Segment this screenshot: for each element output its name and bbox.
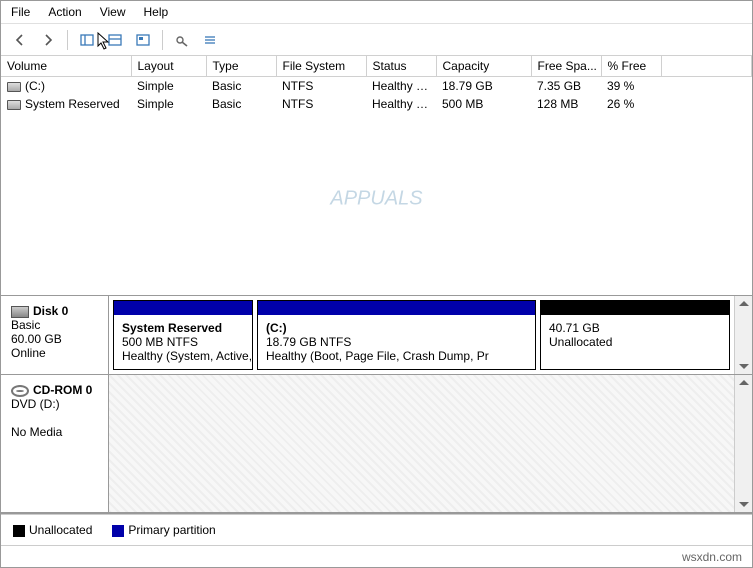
table-row[interactable]: System Reserved Simple Basic NTFS Health… — [1, 95, 752, 113]
cell-free: 7.35 GB — [531, 77, 601, 96]
back-button[interactable] — [9, 29, 31, 51]
legend-unallocated: Unallocated — [13, 523, 92, 537]
disk-graph: Disk 0 Basic 60.00 GB Online System Rese… — [1, 296, 752, 514]
cell-pct: 39 % — [601, 77, 661, 96]
menu-view[interactable]: View — [100, 5, 126, 19]
disk-info[interactable]: CD-ROM 0 DVD (D:) No Media — [1, 375, 109, 512]
partition-status: Healthy (Boot, Page File, Crash Dump, Pr — [266, 349, 527, 363]
footer-text: wsxdn.com — [682, 550, 742, 564]
partition-bar — [258, 301, 535, 315]
refresh-button[interactable] — [104, 29, 126, 51]
help-button[interactable] — [132, 29, 154, 51]
separator — [162, 30, 163, 50]
partition-name: (C:) — [266, 321, 527, 335]
disk-state: Online — [11, 346, 98, 360]
partition-area — [109, 375, 734, 512]
cell-status: Healthy (S... — [366, 95, 436, 113]
scrollbar[interactable] — [734, 375, 752, 512]
partition-system-reserved[interactable]: System Reserved 500 MB NTFS Healthy (Sys… — [113, 300, 253, 370]
menu-file[interactable]: File — [11, 5, 30, 19]
col-type[interactable]: Type — [206, 56, 276, 77]
legend: Unallocated Primary partition — [1, 514, 752, 545]
col-filesystem[interactable]: File System — [276, 56, 366, 77]
legend-primary: Primary partition — [112, 523, 215, 537]
partition-size: 40.71 GB — [549, 321, 721, 335]
col-volume[interactable]: Volume — [1, 56, 131, 77]
partition-c[interactable]: (C:) 18.79 GB NTFS Healthy (Boot, Page F… — [257, 300, 536, 370]
toolbar — [1, 24, 752, 56]
drive-icon — [7, 100, 21, 110]
cell-fs: NTFS — [276, 77, 366, 96]
disk-row: Disk 0 Basic 60.00 GB Online System Rese… — [1, 296, 752, 375]
disk-title: Disk 0 — [33, 304, 68, 318]
hdd-icon — [11, 306, 29, 318]
cell-type: Basic — [206, 95, 276, 113]
cell-volume: (C:) — [25, 79, 45, 93]
disk-type: Basic — [11, 318, 98, 332]
cell-pct: 26 % — [601, 95, 661, 113]
disk-line: DVD (D:) — [11, 397, 98, 411]
partition-unallocated[interactable]: 40.71 GB Unallocated — [540, 300, 730, 370]
col-capacity[interactable]: Capacity — [436, 56, 531, 77]
disk-info[interactable]: Disk 0 Basic 60.00 GB Online — [1, 296, 109, 374]
partition-area: System Reserved 500 MB NTFS Healthy (Sys… — [109, 296, 734, 374]
partition-bar — [541, 301, 729, 315]
partition-status: Unallocated — [549, 335, 721, 349]
cell-status: Healthy (B... — [366, 77, 436, 96]
cell-type: Basic — [206, 77, 276, 96]
cell-free: 128 MB — [531, 95, 601, 113]
menu-bar: File Action View Help — [1, 1, 752, 24]
partition-size: 500 MB NTFS — [122, 335, 244, 349]
drive-icon — [7, 82, 21, 92]
status-bar: wsxdn.com — [1, 545, 752, 567]
cd-icon — [11, 385, 29, 397]
cell-layout: Simple — [131, 77, 206, 96]
col-layout[interactable]: Layout — [131, 56, 206, 77]
menu-help[interactable]: Help — [144, 5, 169, 19]
forward-button[interactable] — [37, 29, 59, 51]
cell-fs: NTFS — [276, 95, 366, 113]
separator — [67, 30, 68, 50]
disk-row: CD-ROM 0 DVD (D:) No Media — [1, 375, 752, 513]
scrollbar[interactable] — [734, 296, 752, 374]
cell-capacity: 18.79 GB — [436, 77, 531, 96]
menu-action[interactable]: Action — [48, 5, 81, 19]
cell-volume: System Reserved — [25, 97, 120, 111]
table-row[interactable]: (C:) Simple Basic NTFS Healthy (B... 18.… — [1, 77, 752, 96]
partition-bar — [114, 301, 252, 315]
disk-size: 60.00 GB — [11, 332, 98, 346]
volume-list: Volume Layout Type File System Status Ca… — [1, 56, 752, 296]
disk-state: No Media — [11, 425, 98, 439]
settings-button[interactable] — [171, 29, 193, 51]
list-button[interactable] — [199, 29, 221, 51]
watermark: APPUALS — [330, 188, 422, 211]
col-spacer — [661, 56, 752, 77]
show-hide-console-button[interactable] — [76, 29, 98, 51]
partition-size: 18.79 GB NTFS — [266, 335, 527, 349]
cell-layout: Simple — [131, 95, 206, 113]
col-free-space[interactable]: Free Spa... — [531, 56, 601, 77]
cell-capacity: 500 MB — [436, 95, 531, 113]
partition-status: Healthy (System, Active, — [122, 349, 244, 363]
partition-name: System Reserved — [122, 321, 244, 335]
col-status[interactable]: Status — [366, 56, 436, 77]
col-percent-free[interactable]: % Free — [601, 56, 661, 77]
column-header-row: Volume Layout Type File System Status Ca… — [1, 56, 752, 77]
disk-title: CD-ROM 0 — [33, 383, 92, 397]
